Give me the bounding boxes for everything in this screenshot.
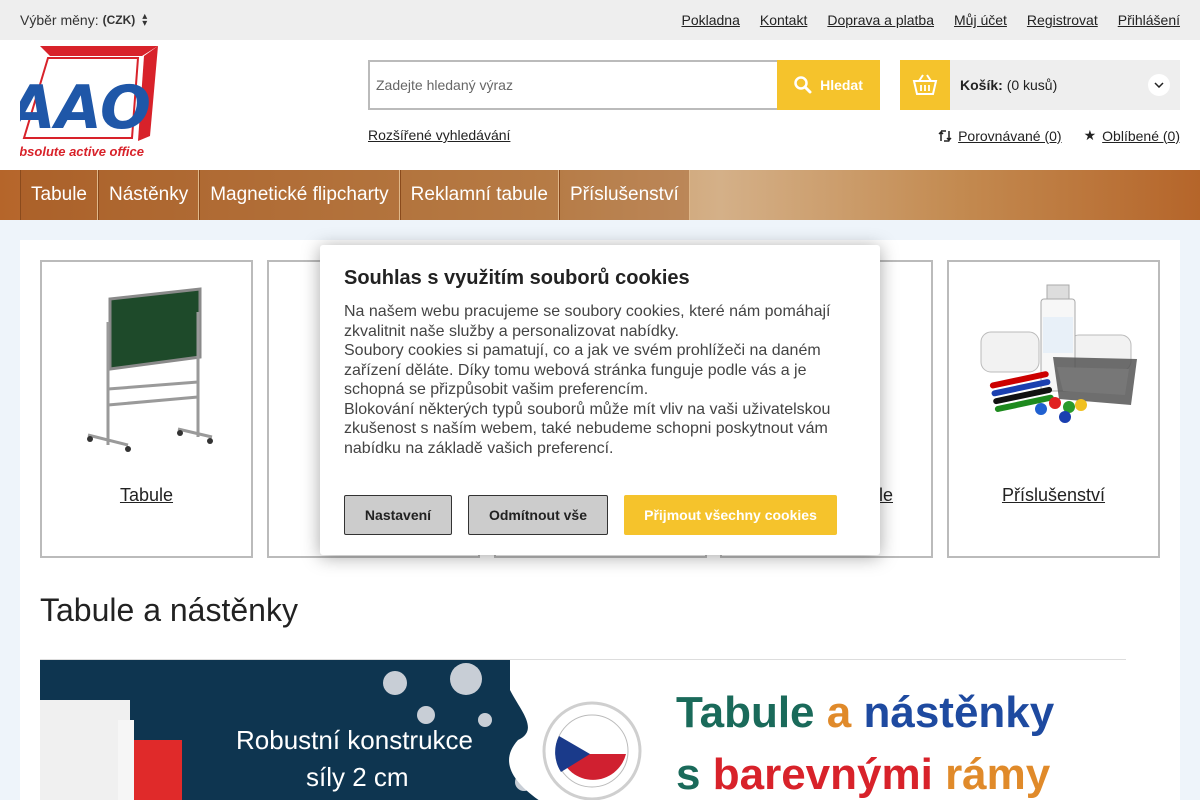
utility-links: Porovnávané (0) ★ Oblíbené (0) xyxy=(938,127,1180,144)
currency-value: (CZK) xyxy=(102,13,136,27)
search-icon xyxy=(794,76,812,94)
promo-banner[interactable]: Robustní konstrukce síly 2 cm Tabule a n… xyxy=(40,659,1126,800)
search-button-label: Hledat xyxy=(820,77,863,93)
logo-text: AAO xyxy=(20,73,151,143)
top-bar: Výběr měny: (CZK) ▴ ▾ Pokladna Kontakt Do… xyxy=(0,0,1200,40)
banner-heading-2: s barevnými rámy xyxy=(676,750,1050,800)
banner-word: rámy xyxy=(945,750,1051,799)
banner-word: a xyxy=(826,688,852,737)
link-register[interactable]: Registrovat xyxy=(1027,12,1098,28)
category-label: Tabule xyxy=(119,485,174,505)
link-checkout[interactable]: Pokladna xyxy=(681,12,739,28)
favorites-item: ★ Oblíbené (0) xyxy=(1084,127,1180,144)
search-bar: Hledat xyxy=(368,60,880,110)
nav-item-flipcharty[interactable]: Magnetické flipcharty xyxy=(199,170,400,220)
banner-heading-1: Tabule a nástěnky xyxy=(676,688,1054,738)
site-logo[interactable]: AAO absolute active office xyxy=(5,46,160,164)
banner-line-2: síly 2 cm xyxy=(306,762,409,792)
chevron-down-icon[interactable] xyxy=(1148,74,1170,96)
cart-summary: Košík: (0 kusů) xyxy=(960,77,1148,93)
link-my-account[interactable]: Můj účet xyxy=(954,12,1007,28)
banner-line-1: Robustní konstrukce xyxy=(236,725,474,755)
search-input[interactable] xyxy=(368,60,777,110)
logo-tagline: absolute active office xyxy=(20,144,144,159)
banner-word: nástěnky xyxy=(863,688,1055,737)
cookie-paragraph-2: Soubory cookies si pamatují, co a jak ve… xyxy=(344,342,821,398)
cookie-paragraph-1: Na našem webu pracujeme se soubory cooki… xyxy=(344,303,831,340)
link-contact[interactable]: Kontakt xyxy=(760,12,807,28)
cookie-consent-dialog: Souhlas s využitím souborů cookies Na na… xyxy=(320,245,880,555)
advanced-search-link[interactable]: Rozšířené vyhledávání xyxy=(368,127,510,143)
category-label: Příslušenství xyxy=(1001,485,1106,505)
nav-item-tabule[interactable]: Tabule xyxy=(20,170,98,220)
cookie-buttons: Nastavení Odmítnout vše Přijmout všechny… xyxy=(344,495,837,535)
cookie-paragraph-3: Blokování některých typů souborů může mí… xyxy=(344,400,831,457)
cookie-accept-all-button[interactable]: Přijmout všechny cookies xyxy=(624,495,837,535)
cookie-settings-button[interactable]: Nastavení xyxy=(344,495,452,535)
compare-arrows-icon xyxy=(938,129,952,142)
search-button[interactable]: Hledat xyxy=(777,60,880,110)
cookie-reject-all-button[interactable]: Odmítnout vše xyxy=(468,495,608,535)
header: AAO absolute active office Hledat Rozšíř… xyxy=(0,40,1200,170)
aao-logo-icon: AAO absolute active office xyxy=(5,46,158,159)
currency-label: Výběr měny: xyxy=(20,12,99,28)
link-shipping-payment[interactable]: Doprava a platba xyxy=(827,12,934,28)
section-title: Tabule a nástěnky xyxy=(40,592,298,628)
banner-word: s xyxy=(676,750,701,799)
main-navigation: Tabule Nástěnky Magnetické flipcharty Re… xyxy=(0,170,1200,220)
category-card-prislusenstvi[interactable]: Příslušenství xyxy=(947,260,1160,558)
cart-label: Košík: xyxy=(960,77,1003,93)
link-login[interactable]: Přihlášení xyxy=(1118,12,1180,28)
banner-word: Tabule xyxy=(676,688,815,737)
nav-item-prislusenstvi[interactable]: Příslušenství xyxy=(558,170,690,220)
favorites-link[interactable]: Oblíbené (0) xyxy=(1102,128,1180,144)
currency-selector[interactable]: Výběr měny: (CZK) ▴ ▾ xyxy=(20,11,148,29)
cart-count: (0 kusů) xyxy=(1006,77,1058,93)
compare-item: Porovnávané (0) xyxy=(938,127,1062,144)
nav-item-nastenky[interactable]: Nástěnky xyxy=(98,170,200,220)
accessories-image xyxy=(980,284,1137,423)
nav-item-reklamni-tabule[interactable]: Reklamní tabule xyxy=(399,170,559,220)
compare-link[interactable]: Porovnávané (0) xyxy=(958,128,1062,144)
category-card-tabule[interactable]: Tabule xyxy=(40,260,253,558)
updown-arrows-icon: ▴ ▾ xyxy=(142,11,148,29)
cookie-title: Souhlas s využitím souborů cookies xyxy=(344,267,690,289)
star-icon: ★ xyxy=(1083,127,1097,143)
cart-widget[interactable]: Košík: (0 kusů) xyxy=(900,60,1180,110)
top-links: Pokladna Kontakt Doprava a platba Můj úč… xyxy=(681,12,1180,28)
whiteboard-stand-image xyxy=(87,287,213,452)
basket-icon xyxy=(900,60,950,110)
banner-word: barevnými xyxy=(712,750,933,799)
